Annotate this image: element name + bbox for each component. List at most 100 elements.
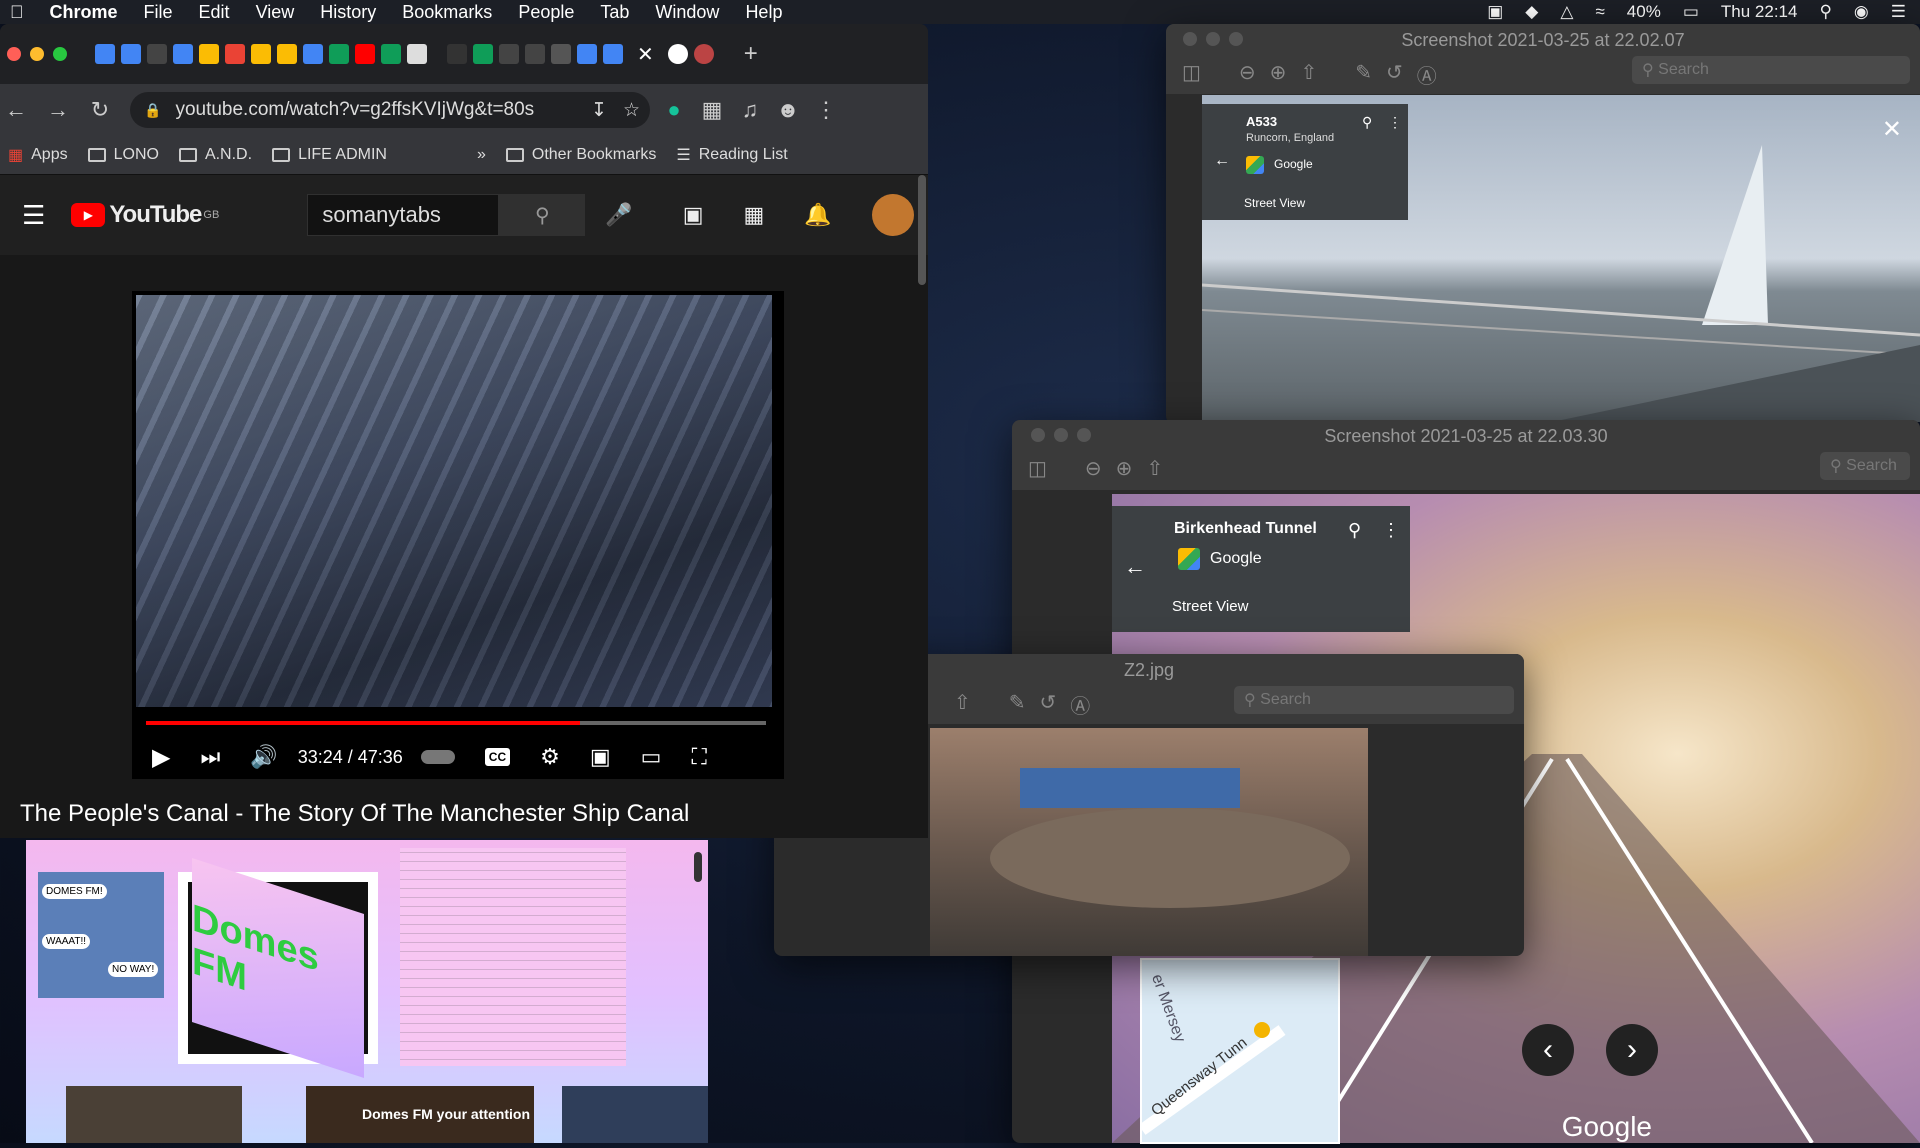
thumbnail-1[interactable] — [66, 1086, 242, 1143]
menu-people[interactable]: People — [518, 2, 574, 23]
thumbnail-2[interactable]: Domes FM your attention — [306, 1086, 534, 1143]
tab-sheets-1[interactable] — [329, 44, 349, 64]
zoom-in-icon[interactable]: ⊕ — [1116, 456, 1133, 481]
markup-pen-icon[interactable]: ✎ — [1355, 60, 1372, 89]
tab-docs-1[interactable] — [95, 44, 115, 64]
wifi-icon[interactable]: ≈ — [1595, 2, 1604, 22]
menu-file[interactable]: File — [144, 2, 173, 23]
pin-icon[interactable]: ⚲ — [1348, 520, 1361, 541]
tab-slides-2[interactable] — [277, 44, 297, 64]
tab-github-2[interactable] — [499, 44, 519, 64]
menu-help[interactable]: Help — [745, 2, 782, 23]
share-icon[interactable]: ⇧ — [1146, 456, 1163, 481]
rotate-icon[interactable]: ↺ — [1386, 60, 1403, 89]
vpn-icon[interactable]: ◆ — [1525, 2, 1538, 22]
menu-bookmarks[interactable]: Bookmarks — [402, 2, 492, 23]
back-arrow-icon[interactable]: ← — [1124, 554, 1146, 580]
bookmark-apps[interactable]: ▦ Apps — [8, 145, 68, 165]
control-center-icon[interactable]: ☰ — [1891, 2, 1906, 22]
page-scrollbar[interactable] — [918, 175, 926, 285]
scrollbar-thumb[interactable] — [694, 852, 702, 882]
siri-icon[interactable]: ◉ — [1854, 2, 1869, 22]
create-video-icon[interactable]: ▣ — [683, 202, 704, 228]
media-control-icon[interactable]: ♫ — [734, 97, 766, 123]
more-icon[interactable]: ⋮ — [1382, 520, 1400, 541]
zoom-in-icon[interactable]: ⊕ — [1270, 60, 1287, 89]
close-button[interactable] — [7, 47, 21, 61]
tab-docs-4[interactable] — [303, 44, 323, 64]
tab-close-icon[interactable]: ✕ — [637, 42, 654, 67]
tab-calendar[interactable] — [577, 44, 597, 64]
markup-icon[interactable]: Ⓐ — [1417, 60, 1437, 89]
video-player[interactable]: ▶ ⏭ 🔊 33:24 / 47:36 CC ⚙ ▣ ▭ ⛶ — [132, 291, 784, 779]
sidebar-toggle-icon[interactable]: ◫ — [1028, 456, 1047, 481]
apple-icon[interactable]:  — [10, 2, 24, 23]
zoom-button[interactable] — [53, 47, 67, 61]
airplay-icon[interactable]: △ — [1560, 2, 1573, 22]
tab-image[interactable] — [407, 44, 427, 64]
spotlight-icon[interactable]: ⚲ — [1819, 2, 1831, 22]
fullscreen-icon[interactable]: ⛶ — [691, 744, 706, 770]
notifications-bell-icon[interactable]: 🔔 — [804, 202, 831, 228]
next-video-icon[interactable]: ⏭ — [200, 744, 220, 770]
next-arrow-icon[interactable]: › — [1606, 1024, 1658, 1076]
url-text[interactable]: youtube.com/watch?v=g2ffsKVIjWg&t=80s — [175, 99, 534, 121]
avatar[interactable] — [871, 194, 914, 236]
share-icon[interactable]: ⇧ — [954, 690, 971, 719]
settings-gear-icon[interactable]: ⚙ — [540, 744, 560, 770]
youtube-search-input[interactable]: somanytabs — [307, 194, 500, 236]
camera-icon[interactable]: ▣ — [1487, 2, 1503, 22]
bookmark-star-icon[interactable]: ☆ — [623, 99, 640, 122]
address-bar[interactable]: 🔒 youtube.com/watch?v=g2ffsKVIjWg&t=80s … — [130, 92, 650, 128]
bookmark-lono[interactable]: LONO — [87, 146, 159, 164]
tab-github[interactable] — [147, 44, 167, 64]
apps-grid-icon[interactable]: ▦ — [744, 202, 765, 228]
search-field[interactable]: ⚲ Search — [1234, 686, 1514, 714]
tab-drive[interactable] — [199, 44, 219, 64]
zoom-out-icon[interactable]: ⊖ — [1239, 60, 1256, 89]
tab-ar[interactable] — [447, 44, 467, 64]
tab-docs-3[interactable] — [173, 44, 193, 64]
tab-sheets-3[interactable] — [473, 44, 493, 64]
forward-icon[interactable]: → — [42, 97, 74, 123]
install-icon[interactable]: ↧ — [591, 99, 607, 122]
close-icon[interactable]: ✕ — [1882, 115, 1902, 144]
tab-github-3[interactable] — [525, 44, 545, 64]
theater-mode-icon[interactable]: ▭ — [641, 744, 662, 770]
menu-window[interactable]: Window — [655, 2, 719, 23]
new-tab-icon[interactable]: + — [744, 40, 758, 68]
hamburger-menu-icon[interactable]: ☰ — [22, 200, 45, 231]
microphone-icon[interactable]: 🎤 — [605, 202, 632, 228]
play-icon[interactable]: ▶ — [152, 743, 170, 772]
markup-pen-icon[interactable]: ✎ — [1009, 690, 1026, 719]
volume-icon[interactable]: 🔊 — [250, 744, 277, 770]
tab-docs-2[interactable] — [121, 44, 141, 64]
tab-soundcloud[interactable] — [225, 44, 245, 64]
rotate-icon[interactable]: ↺ — [1040, 690, 1057, 719]
tab-google[interactable] — [667, 44, 688, 64]
bookmark-and[interactable]: A.N.D. — [178, 146, 252, 164]
zoom-out-icon[interactable]: ⊖ — [1085, 456, 1102, 481]
share-icon[interactable]: ⇧ — [1300, 60, 1317, 89]
tab-extension[interactable] — [693, 44, 714, 64]
reading-list[interactable]: ☰ Reading List — [676, 145, 787, 165]
back-arrow-icon[interactable]: ← — [1214, 152, 1230, 170]
battery-percent[interactable]: 40% — [1627, 2, 1661, 22]
tab-sheets-2[interactable] — [381, 44, 401, 64]
reload-icon[interactable]: ↻ — [84, 97, 116, 123]
bookmarks-overflow[interactable]: » — [477, 146, 486, 164]
minimize-button[interactable] — [30, 47, 44, 61]
grammarly-icon[interactable]: ● — [658, 97, 690, 123]
more-icon[interactable]: ⋮ — [1388, 114, 1402, 131]
pin-icon[interactable]: ⚲ — [1362, 114, 1372, 131]
progress-bar[interactable] — [146, 721, 766, 725]
autoplay-toggle[interactable] — [420, 750, 455, 764]
video-frame[interactable] — [136, 295, 772, 707]
menu-app-name[interactable]: Chrome — [50, 2, 118, 23]
menu-view[interactable]: View — [256, 2, 295, 23]
mini-map[interactable]: er Mersey Queensway Tunn — [1138, 958, 1340, 1144]
tab-slides-1[interactable] — [251, 44, 271, 64]
youtube-search-button[interactable]: ⚲ — [499, 194, 586, 236]
battery-icon[interactable]: ▭ — [1683, 2, 1699, 22]
menu-tab[interactable]: Tab — [600, 2, 629, 23]
